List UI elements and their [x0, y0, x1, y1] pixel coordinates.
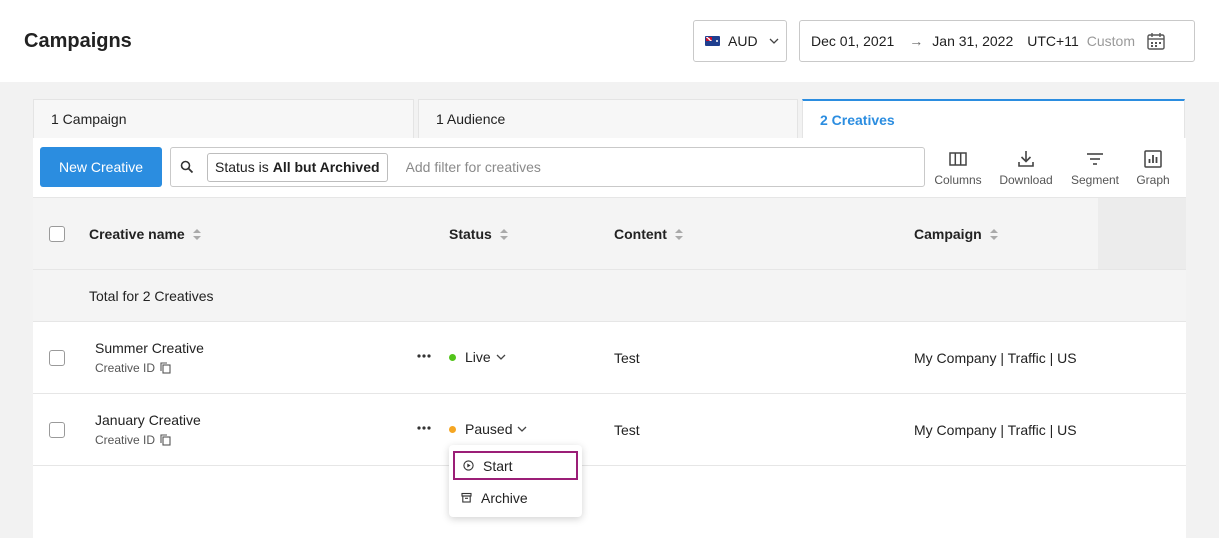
row-checkbox[interactable]: [49, 422, 65, 438]
tab-campaign[interactable]: 1 Campaign: [33, 99, 414, 139]
australia-flag-icon: [705, 36, 720, 46]
menu-item-start-label: Start: [483, 457, 513, 474]
campaign-cell: My Company | Traffic | US: [914, 422, 1077, 438]
table-row[interactable]: Summer Creative Creative ID Live Test My…: [33, 322, 1186, 394]
status-dropdown[interactable]: Live: [449, 349, 507, 365]
calendar-icon[interactable]: [1146, 31, 1166, 51]
creative-name[interactable]: Summer Creative: [95, 340, 204, 356]
campaign-cell: My Company | Traffic | US: [914, 350, 1077, 366]
more-actions-icon[interactable]: [416, 348, 432, 364]
creative-id-label: Creative ID: [95, 433, 156, 447]
menu-item-archive[interactable]: Archive: [453, 483, 578, 512]
column-header-content-label: Content: [614, 226, 667, 242]
sort-icon: [499, 228, 508, 240]
filter-input[interactable]: [405, 159, 806, 175]
table-header-extra: [1098, 197, 1186, 269]
total-row: Total for 2 Creatives: [33, 269, 1186, 322]
tab-audience[interactable]: 1 Audience: [418, 99, 798, 139]
creative-id: Creative ID: [95, 433, 171, 447]
row-checkbox[interactable]: [49, 350, 65, 366]
download-icon: [1018, 151, 1034, 167]
archive-icon: [461, 492, 472, 503]
status-filter-chip[interactable]: Status is All but Archived: [207, 152, 388, 182]
arrow-right-icon: →: [909, 33, 924, 49]
segment-label: Segment: [1070, 173, 1120, 187]
sort-icon: [989, 228, 998, 240]
copy-icon[interactable]: [160, 362, 171, 374]
column-header-campaign[interactable]: Campaign: [914, 226, 998, 242]
search-icon: [180, 160, 194, 174]
content-cell: Test: [614, 422, 640, 438]
select-all-checkbox[interactable]: [49, 226, 65, 242]
chevron-down-icon: [496, 354, 506, 360]
column-header-name[interactable]: Creative name: [89, 226, 201, 242]
column-header-status-label: Status: [449, 226, 492, 242]
columns-button[interactable]: Columns: [932, 149, 984, 187]
download-button[interactable]: Download: [997, 149, 1055, 187]
page-title: Campaigns: [24, 30, 132, 52]
sort-icon: [192, 228, 201, 240]
graph-label: Graph: [1136, 173, 1170, 187]
segment-icon: [1087, 153, 1103, 165]
table-header: Creative name Status Content Campaign: [33, 197, 1098, 269]
total-label: Total for 2 Creatives: [89, 288, 214, 304]
more-actions-icon[interactable]: [416, 420, 432, 436]
chevron-down-icon: [518, 426, 527, 432]
timezone: UTC+11: [1027, 33, 1079, 49]
column-header-status[interactable]: Status: [449, 226, 508, 242]
play-circle-icon: [463, 460, 474, 471]
status-label: Live: [465, 349, 491, 365]
graph-icon: [1144, 150, 1162, 168]
menu-item-archive-label: Archive: [481, 489, 528, 506]
graph-button[interactable]: Graph: [1133, 149, 1173, 187]
chevron-down-icon: [769, 38, 779, 44]
status-menu: Start Archive: [449, 445, 582, 517]
date-range-picker[interactable]: Dec 01, 2021 → Jan 31, 2022 UTC+11 Custo…: [799, 20, 1195, 62]
date-end: Jan 31, 2022: [932, 33, 1014, 49]
status-dot: [449, 425, 456, 433]
column-header-name-label: Creative name: [89, 226, 185, 242]
segment-button[interactable]: Segment: [1068, 149, 1122, 187]
currency-value: AUD: [728, 33, 758, 49]
date-start: Dec 01, 2021: [811, 33, 895, 49]
columns-icon: [949, 152, 967, 166]
columns-label: Columns: [934, 173, 982, 187]
creative-name[interactable]: January Creative: [95, 412, 201, 428]
filter-value: All but Archived: [272, 159, 380, 175]
column-header-campaign-label: Campaign: [914, 226, 982, 242]
table-row[interactable]: January Creative Creative ID Paused Test…: [33, 394, 1186, 466]
new-creative-button[interactable]: New Creative: [40, 147, 162, 187]
creative-id: Creative ID: [95, 361, 171, 375]
range-type: Custom: [1086, 33, 1135, 49]
download-label: Download: [999, 173, 1053, 187]
status-dropdown[interactable]: Paused: [449, 421, 528, 437]
copy-icon[interactable]: [160, 434, 171, 446]
currency-select[interactable]: AUD: [693, 20, 787, 62]
content-cell: Test: [614, 350, 640, 366]
filter-bar[interactable]: Status is All but Archived: [170, 147, 925, 187]
status-label: Paused: [465, 421, 513, 437]
menu-item-start[interactable]: Start: [453, 451, 578, 480]
sort-icon: [674, 228, 683, 240]
status-dot: [449, 353, 456, 361]
creative-id-label: Creative ID: [95, 361, 156, 375]
tab-creatives[interactable]: 2 Creatives: [802, 99, 1185, 139]
column-header-content[interactable]: Content: [614, 226, 683, 242]
filter-prefix: Status is: [215, 159, 269, 175]
